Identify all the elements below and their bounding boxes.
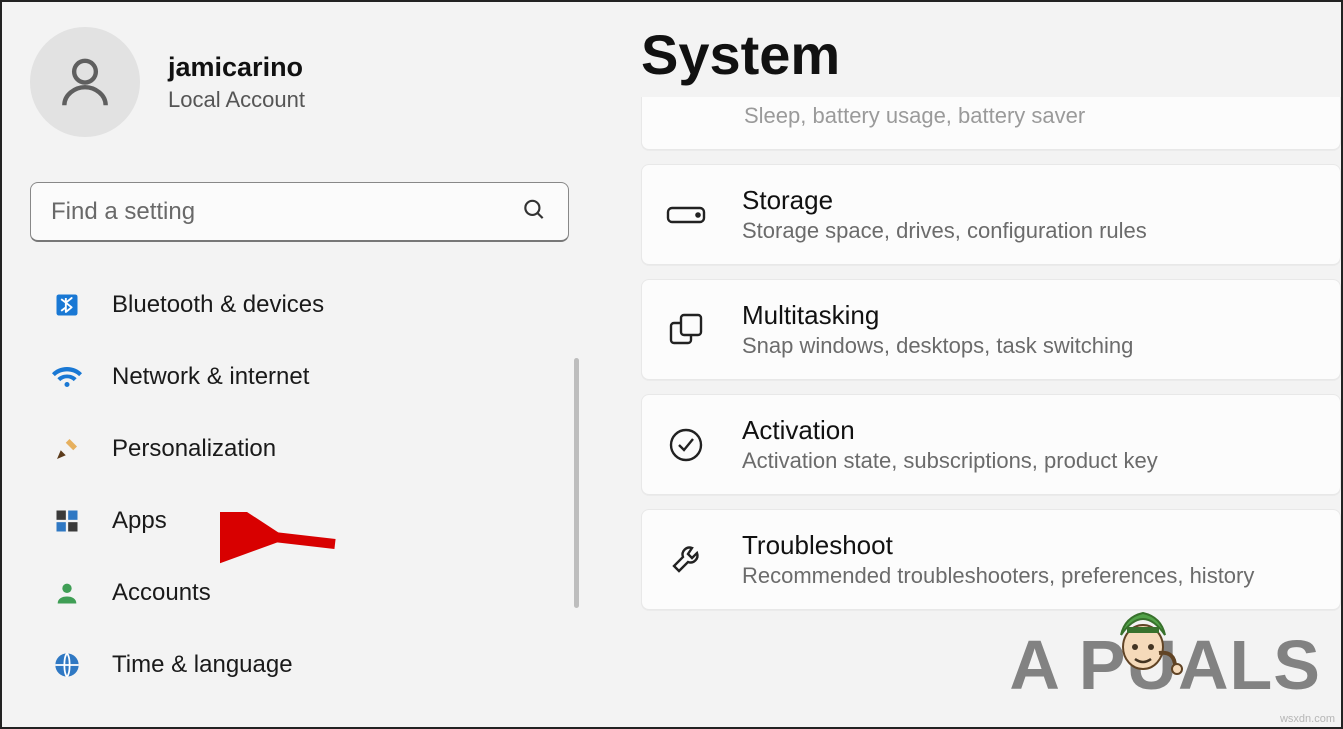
card-multitasking[interactable]: Multitasking Snap windows, desktops, tas… <box>641 279 1341 380</box>
search-icon <box>521 197 547 228</box>
user-block[interactable]: jamicarino Local Account <box>30 27 569 137</box>
sidebar-item-bluetooth-devices[interactable]: Bluetooth & devices <box>30 272 569 338</box>
main-content: System Sleep, battery usage, battery sav… <box>591 2 1341 727</box>
card-activation[interactable]: Activation Activation state, subscriptio… <box>641 394 1341 495</box>
card-power[interactable]: Sleep, battery usage, battery saver <box>641 97 1341 150</box>
sidebar: jamicarino Local Account Bluetooth & dev… <box>2 2 591 727</box>
card-texts: Multitasking Snap windows, desktops, tas… <box>742 300 1133 359</box>
footer-source: wsxdn.com <box>1280 713 1335 725</box>
page-title: System <box>641 22 1341 87</box>
accounts-icon <box>52 578 82 608</box>
settings-window: jamicarino Local Account Bluetooth & dev… <box>2 2 1341 727</box>
troubleshoot-icon <box>664 541 708 579</box>
sidebar-scrollbar[interactable] <box>574 358 579 608</box>
bluetooth-icon <box>52 290 82 320</box>
card-title: Troubleshoot <box>742 530 1254 561</box>
avatar <box>30 27 140 137</box>
card-texts: Sleep, battery usage, battery saver <box>664 101 1085 129</box>
card-sub: Sleep, battery usage, battery saver <box>744 103 1085 129</box>
personalization-icon <box>52 434 82 464</box>
apps-icon <box>52 506 82 536</box>
user-name: jamicarino <box>168 52 305 83</box>
user-type: Local Account <box>168 87 305 113</box>
settings-cards: Sleep, battery usage, battery saver Stor… <box>641 97 1341 610</box>
card-title: Storage <box>742 185 1147 216</box>
storage-icon <box>664 200 708 230</box>
card-sub: Activation state, subscriptions, product… <box>742 448 1158 474</box>
sidebar-item-label: Bluetooth & devices <box>112 291 324 319</box>
activation-icon <box>664 426 708 464</box>
sidebar-item-label: Personalization <box>112 435 276 463</box>
sidebar-item-label: Time & language <box>112 651 293 679</box>
sidebar-item-label: Network & internet <box>112 363 309 391</box>
card-sub: Snap windows, desktops, task switching <box>742 333 1133 359</box>
search-input[interactable] <box>30 182 569 242</box>
sidebar-item-accounts[interactable]: Accounts <box>30 560 569 626</box>
card-texts: Storage Storage space, drives, configura… <box>742 185 1147 244</box>
sidebar-item-apps[interactable]: Apps <box>30 488 569 554</box>
multitask-icon <box>664 310 708 350</box>
card-title: Activation <box>742 415 1158 446</box>
card-title: Multitasking <box>742 300 1133 331</box>
sidebar-item-time-language[interactable]: Time & language <box>30 632 569 698</box>
user-icon <box>54 51 116 113</box>
card-sub: Storage space, drives, configuration rul… <box>742 218 1147 244</box>
wifi-icon <box>52 362 82 392</box>
time-language-icon <box>52 650 82 680</box>
card-sub: Recommended troubleshooters, preferences… <box>742 563 1254 589</box>
search-box[interactable] <box>30 182 569 242</box>
sidebar-item-network-internet[interactable]: Network & internet <box>30 344 569 410</box>
card-texts: Activation Activation state, subscriptio… <box>742 415 1158 474</box>
card-troubleshoot[interactable]: Troubleshoot Recommended troubleshooters… <box>641 509 1341 610</box>
sidebar-nav: Bluetooth & devices Network & internet P… <box>30 272 569 698</box>
user-texts: jamicarino Local Account <box>168 52 305 113</box>
card-storage[interactable]: Storage Storage space, drives, configura… <box>641 164 1341 265</box>
sidebar-item-label: Accounts <box>112 579 211 607</box>
card-texts: Troubleshoot Recommended troubleshooters… <box>742 530 1254 589</box>
sidebar-item-label: Apps <box>112 507 167 535</box>
sidebar-item-personalization[interactable]: Personalization <box>30 416 569 482</box>
